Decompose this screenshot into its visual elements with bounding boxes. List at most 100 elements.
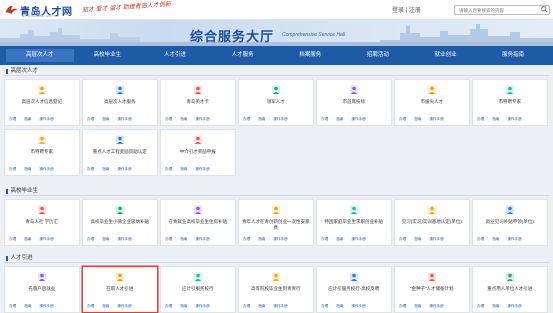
manual-link[interactable]: 操作手册 bbox=[351, 117, 365, 122]
service-card[interactable]: 高层次人才服务 办理 指南 操作手册 bbox=[82, 79, 158, 126]
manual-link[interactable]: 操作手册 bbox=[351, 237, 365, 242]
guide-link[interactable]: 指南 bbox=[24, 117, 31, 122]
guide-link[interactable]: 指南 bbox=[414, 304, 421, 309]
handle-link[interactable]: 办理 bbox=[399, 117, 406, 122]
guide-link[interactable]: 指南 bbox=[24, 167, 31, 172]
handle-link[interactable]: 办理 bbox=[87, 117, 94, 122]
nav-item-talent-introduction[interactable]: 人才引进 bbox=[141, 49, 209, 62]
nav-item-service-guide[interactable]: 服务指南 bbox=[479, 49, 547, 62]
service-card[interactable]: 市特聘专家 办理 指南 操作手册 bbox=[472, 79, 548, 126]
handle-link[interactable]: 办理 bbox=[87, 167, 94, 172]
nav-item-graduates[interactable]: 高校毕业生 bbox=[74, 49, 142, 62]
guide-link[interactable]: 指南 bbox=[336, 117, 343, 122]
service-card[interactable]: 高层次人才信息登记 办理 指南 操作手册 bbox=[4, 79, 80, 126]
manual-link[interactable]: 操作手册 bbox=[117, 117, 131, 122]
guide-link[interactable]: 指南 bbox=[24, 304, 31, 309]
handle-link[interactable]: 办理 bbox=[87, 237, 94, 242]
manual-link[interactable]: 操作手册 bbox=[507, 304, 521, 309]
guide-link[interactable]: 指南 bbox=[24, 237, 31, 242]
guide-link[interactable]: 指南 bbox=[336, 304, 343, 309]
service-card[interactable]: 青岛人社 学历汇 办理 指南 操作手册 bbox=[4, 199, 80, 246]
nav-item-talent-services[interactable]: 人才服务 bbox=[209, 49, 277, 62]
nav-item-recruitment[interactable]: 招聘活动 bbox=[344, 49, 412, 62]
service-card[interactable]: 高校毕业生小微企业吸纳补贴 办理 指南 操作手册 bbox=[82, 199, 158, 246]
service-card[interactable]: 市拔尖人才 办理 指南 操作手册 bbox=[394, 79, 470, 126]
service-card[interactable]: 重点人才工程奖励资助认定 办理 指南 操作手册 bbox=[82, 129, 158, 176]
guide-link[interactable]: 指南 bbox=[492, 304, 499, 309]
manual-link[interactable]: 操作手册 bbox=[507, 237, 521, 242]
guide-link[interactable]: 指南 bbox=[258, 304, 265, 309]
service-card[interactable]: 青岛英才卡 办理 指南 操作手册 bbox=[160, 79, 236, 126]
guide-link[interactable]: 指南 bbox=[258, 237, 265, 242]
handle-link[interactable]: 办理 bbox=[399, 237, 406, 242]
manual-link[interactable]: 操作手册 bbox=[507, 117, 521, 122]
nav-item-archive-services[interactable]: 档案服务 bbox=[277, 49, 345, 62]
guide-link[interactable]: 指南 bbox=[336, 237, 343, 242]
login-register-link[interactable]: 登录 | 注册 bbox=[392, 5, 421, 14]
handle-link[interactable]: 办理 bbox=[243, 237, 250, 242]
service-card[interactable]: 特困家庭毕业生求职创业补贴 办理 指南 操作手册 bbox=[316, 199, 392, 246]
guide-link[interactable]: 指南 bbox=[258, 117, 265, 122]
guide-link[interactable]: 指南 bbox=[102, 237, 109, 242]
service-card[interactable]: 先落户后就业 办理 指南 操作手册 bbox=[4, 266, 80, 313]
search-icon[interactable] bbox=[541, 6, 548, 13]
manual-link[interactable]: 操作手册 bbox=[117, 167, 131, 172]
handle-link[interactable]: 办理 bbox=[477, 117, 484, 122]
manual-link[interactable]: 操作手册 bbox=[195, 237, 209, 242]
service-card[interactable]: 青年人才在青创新创业一次性安家费 办理 指南 操作手册 bbox=[238, 199, 314, 246]
manual-link[interactable]: 操作手册 bbox=[273, 117, 287, 122]
guide-link[interactable]: 指南 bbox=[414, 117, 421, 122]
manual-link[interactable]: 操作手册 bbox=[273, 237, 287, 242]
manual-link[interactable]: 操作手册 bbox=[195, 117, 209, 122]
service-card[interactable]: 市特聘专家 办理 指南 操作手册 bbox=[4, 129, 80, 176]
handle-link[interactable]: 办理 bbox=[321, 304, 328, 309]
service-card[interactable]: 领军人才 办理 指南 操作手册 bbox=[238, 79, 314, 126]
guide-link[interactable]: 指南 bbox=[180, 237, 187, 242]
manual-link[interactable]: 操作手册 bbox=[39, 237, 53, 242]
service-card[interactable]: 中介引才奖励申报 办理 指南 操作手册 bbox=[160, 129, 236, 176]
service-card[interactable]: 在青就业高校毕业生住房补贴 办理 指南 操作手册 bbox=[160, 199, 236, 246]
handle-link[interactable]: 办理 bbox=[9, 237, 16, 242]
handle-link[interactable]: 办理 bbox=[165, 237, 172, 242]
manual-link[interactable]: 操作手册 bbox=[351, 304, 365, 309]
manual-link[interactable]: 操作手册 bbox=[429, 237, 443, 242]
service-card[interactable]: 见习(实习)实训基地认定(单位) 办理 指南 操作手册 bbox=[394, 199, 470, 246]
manual-link[interactable]: 操作手册 bbox=[429, 304, 443, 309]
handle-link[interactable]: 办理 bbox=[165, 117, 172, 122]
handle-link[interactable]: 办理 bbox=[477, 237, 484, 242]
manual-link[interactable]: 操作手册 bbox=[117, 304, 131, 309]
handle-link[interactable]: 办理 bbox=[399, 304, 406, 309]
manual-link[interactable]: 操作手册 bbox=[195, 167, 209, 172]
handle-link[interactable]: 办理 bbox=[243, 304, 250, 309]
service-card[interactable]: 应计引服务校行-高校反聘 办理 指南 操作手册 bbox=[316, 266, 392, 313]
handle-link[interactable]: 办理 bbox=[9, 167, 16, 172]
manual-link[interactable]: 操作手册 bbox=[117, 237, 131, 242]
service-card[interactable]: 应计引服务校行 办理 指南 操作手册 bbox=[160, 266, 236, 313]
handle-link[interactable]: 办理 bbox=[9, 117, 16, 122]
manual-link[interactable]: 操作手册 bbox=[39, 117, 53, 122]
guide-link[interactable]: 指南 bbox=[102, 167, 109, 172]
service-card[interactable]: 高等院校毕业生到青青行 办理 指南 操作手册 bbox=[238, 266, 314, 313]
handle-link[interactable]: 办理 bbox=[321, 117, 328, 122]
service-card[interactable]: “金种子”人才储备计划 办理 指南 操作手册 bbox=[394, 266, 470, 313]
search-input[interactable] bbox=[454, 5, 550, 15]
manual-link[interactable]: 操作手册 bbox=[273, 304, 287, 309]
service-card[interactable]: 就业见习补贴申领(单位) 办理 指南 操作手册 bbox=[472, 199, 548, 246]
nav-item-employment[interactable]: 就业创业 bbox=[412, 49, 480, 62]
guide-link[interactable]: 指南 bbox=[492, 117, 499, 122]
handle-link[interactable]: 办理 bbox=[87, 304, 94, 309]
guide-link[interactable]: 指南 bbox=[180, 167, 187, 172]
guide-link[interactable]: 指南 bbox=[180, 117, 187, 122]
guide-link[interactable]: 指南 bbox=[492, 237, 499, 242]
handle-link[interactable]: 办理 bbox=[477, 304, 484, 309]
handle-link[interactable]: 办理 bbox=[243, 117, 250, 122]
guide-link[interactable]: 指南 bbox=[414, 237, 421, 242]
nav-item-high-level-talent[interactable]: 高层次人才 bbox=[6, 49, 74, 62]
manual-link[interactable]: 操作手册 bbox=[39, 304, 53, 309]
manual-link[interactable]: 操作手册 bbox=[429, 117, 443, 122]
service-card[interactable]: 市首席技师 办理 指南 操作手册 bbox=[316, 79, 392, 126]
manual-link[interactable]: 操作手册 bbox=[39, 167, 53, 172]
guide-link[interactable]: 指南 bbox=[102, 117, 109, 122]
manual-link[interactable]: 操作手册 bbox=[195, 304, 209, 309]
handle-link[interactable]: 办理 bbox=[165, 304, 172, 309]
